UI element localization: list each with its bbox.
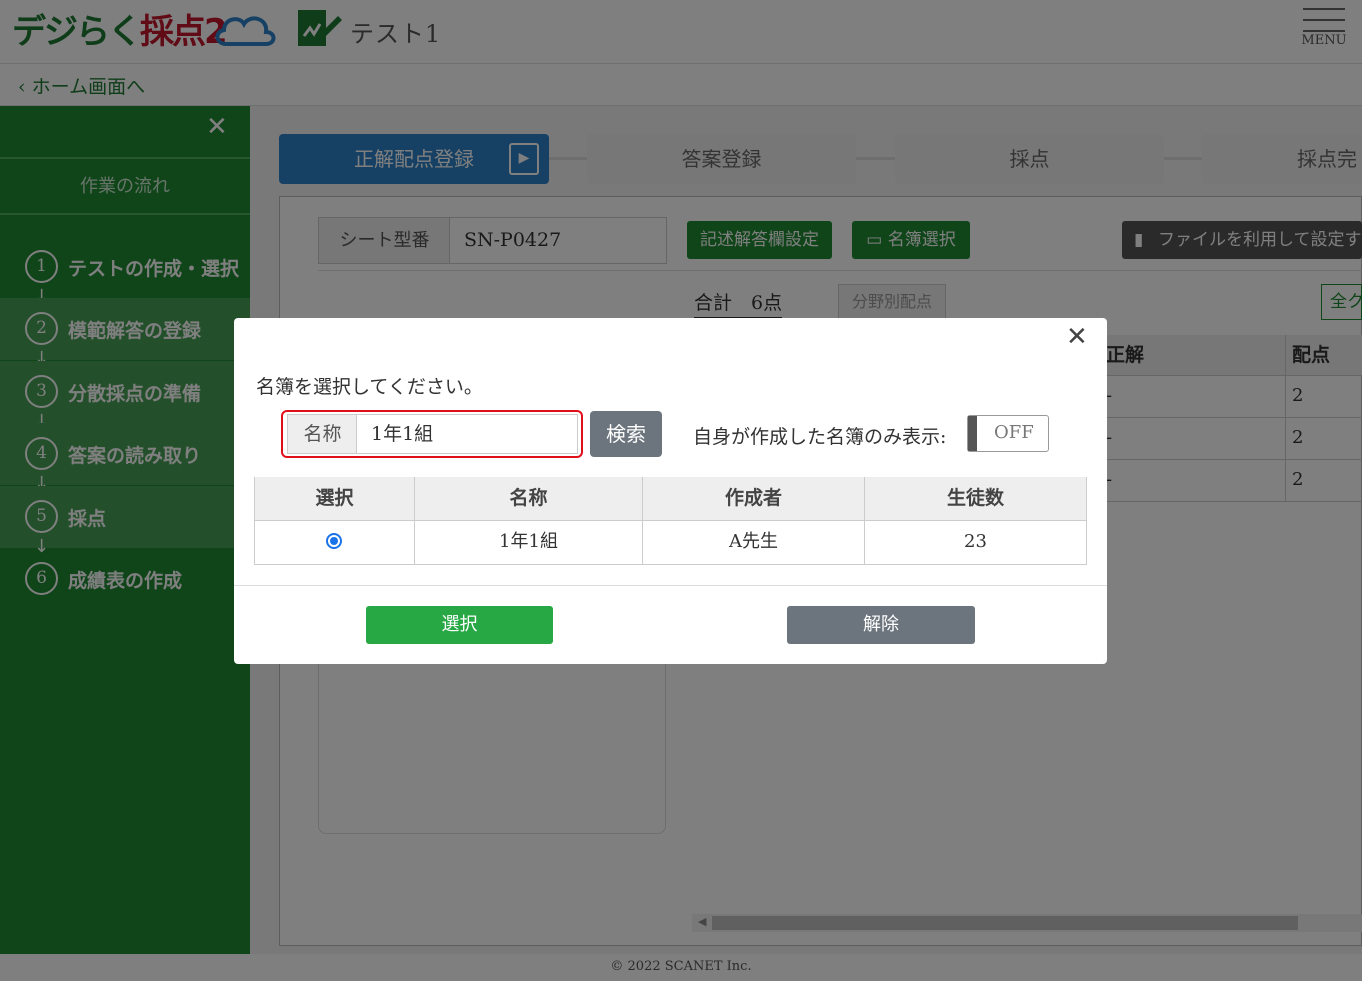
table-cell: A先生 [643, 521, 865, 565]
column-header: 生徒数 [865, 477, 1086, 521]
column-header: 作成者 [643, 477, 865, 521]
column-header: 選択 [255, 477, 415, 521]
own-only-label: 自身が作成した名簿のみ表示: [693, 426, 947, 448]
search-input[interactable]: 1年1組 [356, 414, 578, 454]
search-label: 名称 [287, 414, 357, 454]
table-cell: 1年1組 [415, 521, 643, 565]
select-radio[interactable] [326, 533, 342, 549]
close-icon[interactable]: ✕ [1066, 322, 1088, 352]
select-button[interactable]: 選択 [366, 606, 553, 644]
search-button[interactable]: 検索 [590, 411, 662, 457]
column-header: 名称 [415, 477, 643, 521]
own-only-toggle[interactable]: OFF [967, 415, 1049, 452]
release-button[interactable]: 解除 [787, 606, 975, 644]
divider [234, 585, 1107, 586]
table-cell: 23 [964, 531, 987, 552]
dialog-prompt: 名簿を選択してください。 [256, 376, 483, 398]
